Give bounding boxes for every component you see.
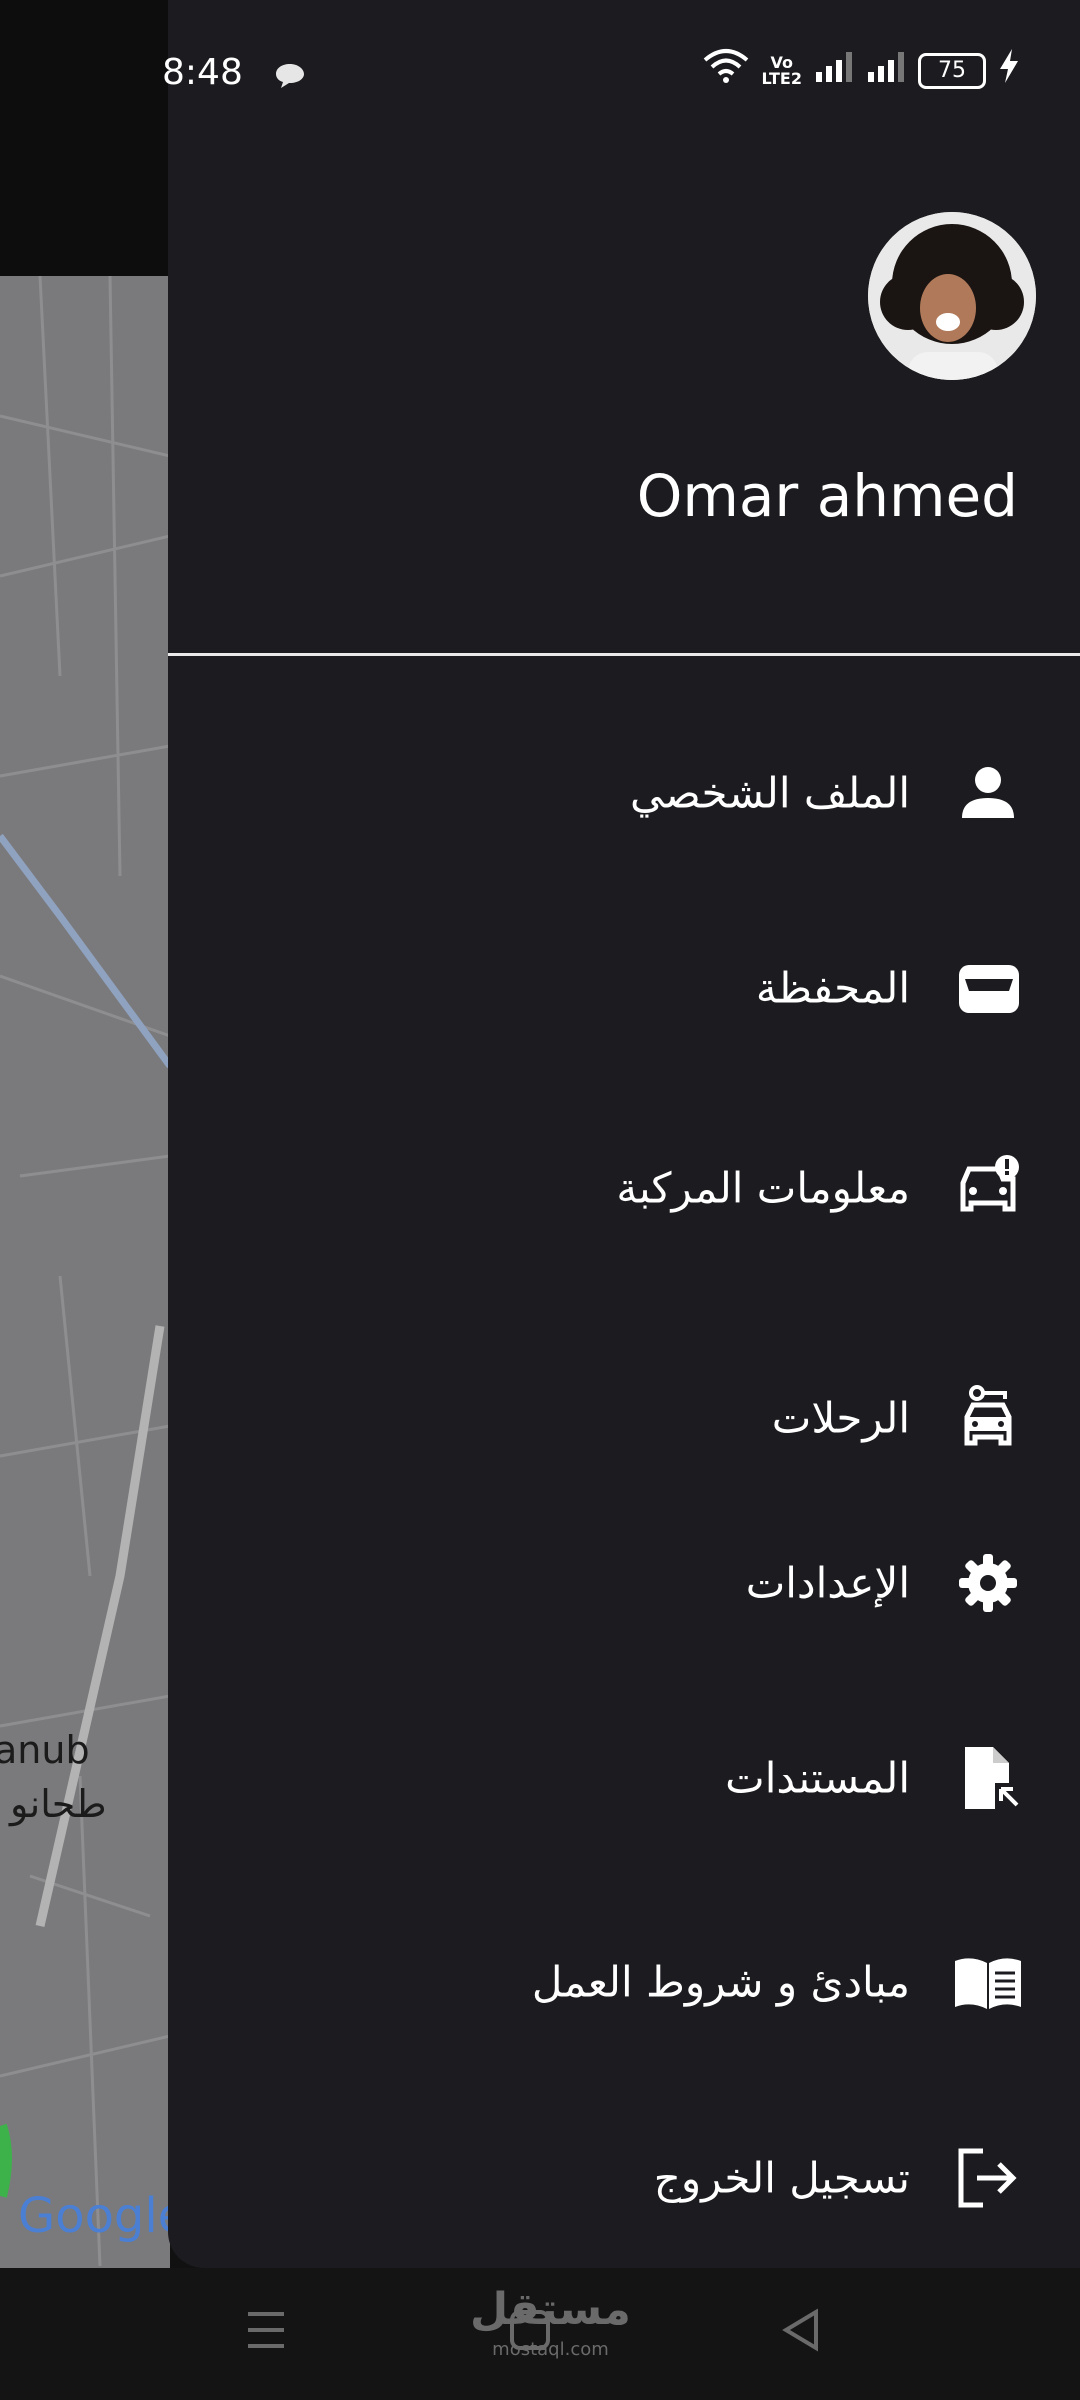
menu-item-vehicle-info[interactable]: معلومات المركبة — [168, 1128, 1080, 1248]
menu-item-settings[interactable]: الإعدادات — [168, 1523, 1080, 1643]
chat-bubble-icon — [274, 58, 306, 99]
document-icon — [953, 1743, 1023, 1813]
map-roads — [0, 276, 170, 2267]
google-logo: Google — [18, 2188, 170, 2244]
menu-item-label: المحفظة — [755, 963, 910, 1013]
menu-item-logout[interactable]: تسجيل الخروج — [168, 2118, 1080, 2238]
logout-icon — [953, 2143, 1023, 2213]
signal-icon — [866, 50, 906, 91]
map-place-label-ar: طحانو — [10, 1782, 107, 1826]
menu-item-wallet[interactable]: المحفظة — [168, 928, 1080, 1048]
menu-item-label: معلومات المركبة — [616, 1163, 910, 1213]
map-place-label: anub — [0, 1728, 90, 1772]
recents-button[interactable] — [246, 2308, 286, 2356]
wifi-icon — [703, 48, 749, 93]
watermark-en: mostaql.com — [492, 2339, 609, 2360]
gear-icon — [953, 1548, 1023, 1618]
user-name: Omar ahmed — [636, 462, 1018, 530]
battery-icon: 75 — [918, 52, 986, 89]
menu-item-label: الملف الشخصي — [630, 768, 910, 818]
car-info-icon — [953, 1153, 1023, 1223]
book-icon — [953, 1947, 1023, 2017]
drawer-divider — [168, 653, 1080, 656]
menu-item-label: تسجيل الخروج — [653, 2153, 910, 2203]
volte-icon: Vo LTE2 — [761, 52, 802, 88]
menu-item-label: الرحلات — [771, 1393, 910, 1443]
menu-item-profile[interactable]: الملف الشخصي — [168, 733, 1080, 853]
charging-icon — [998, 49, 1020, 92]
menu-item-label: الإعدادات — [745, 1558, 910, 1608]
menu-item-label: مبادئ و شروط العمل — [531, 1957, 910, 2007]
status-time: 8:48 — [162, 52, 243, 93]
person-icon — [953, 758, 1023, 828]
menu-item-label: المستندات — [725, 1753, 910, 1803]
avatar-photo — [868, 212, 1036, 380]
menu-item-trips[interactable]: الرحلات — [168, 1358, 1080, 1478]
battery-level: 75 — [938, 57, 966, 83]
car-trips-icon — [953, 1383, 1023, 1453]
signal-icon — [814, 50, 854, 91]
status-bar: 8:48 Vo LTE2 75 — [0, 0, 1080, 145]
avatar[interactable] — [868, 212, 1036, 380]
menu-item-documents[interactable]: المستندات — [168, 1718, 1080, 1838]
watermark-ar: مستقل — [470, 2284, 631, 2335]
wallet-icon — [953, 953, 1023, 1023]
back-button[interactable] — [780, 2308, 820, 2356]
map-background: anub طحانو Google — [0, 0, 170, 2268]
menu-item-terms[interactable]: مبادئ و شروط العمل — [168, 1922, 1080, 2042]
watermark: مستقل mostaql.com — [470, 2288, 631, 2370]
